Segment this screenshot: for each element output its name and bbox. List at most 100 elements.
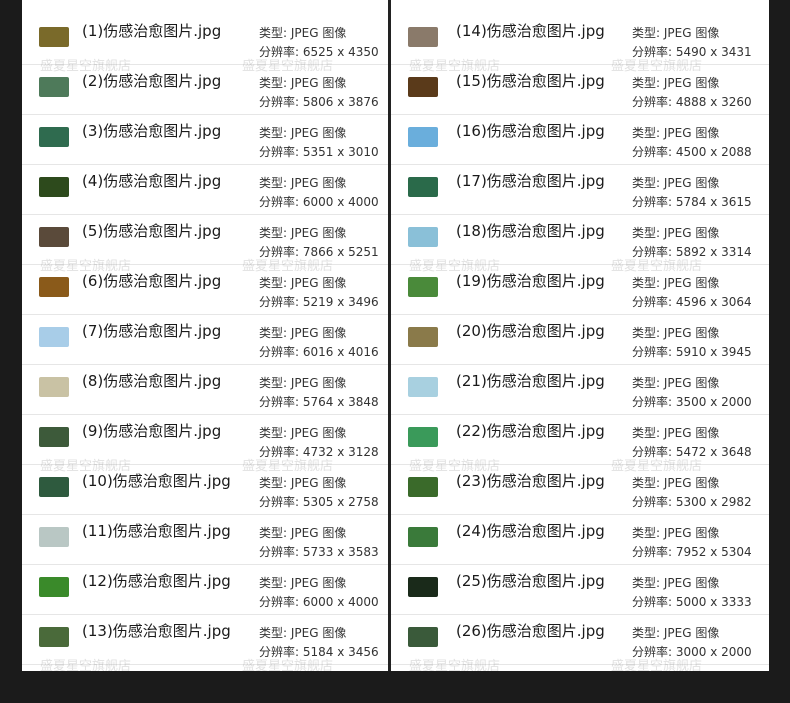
file-row[interactable]: (24)伤感治愈图片.jpg 类型: JPEG 图像 分辨率: 7952 x 530… — [391, 515, 769, 565]
resolution-value: 5892 x 3314 — [675, 245, 752, 259]
resolution-value: 5305 x 2758 — [302, 495, 379, 509]
resolution-label: 分辨率: — [259, 45, 303, 59]
file-name: (25)伤感治愈图片.jpg — [456, 572, 605, 590]
file-row[interactable]: (19)伤感治愈图片.jpg 类型: JPEG 图像 分辨率: 4596 x 306… — [391, 265, 769, 315]
type-label: 类型: — [632, 326, 664, 340]
file-resolution: 分辨率: 7866 x 5251 — [259, 243, 379, 260]
file-row[interactable]: (5)伤感治愈图片.jpg 类型: JPEG 图像 分辨率: 7866 x 5251 — [22, 215, 388, 265]
file-resolution: 分辨率: 5300 x 2982 — [632, 493, 752, 510]
image-thumbnail — [408, 377, 438, 397]
image-thumbnail — [39, 477, 69, 497]
image-thumbnail — [39, 127, 69, 147]
type-value: JPEG 图像 — [290, 76, 347, 90]
file-name: (8)伤感治愈图片.jpg — [82, 372, 222, 390]
type-label: 类型: — [259, 26, 291, 40]
resolution-label: 分辨率: — [632, 145, 676, 159]
file-name: (4)伤感治愈图片.jpg — [82, 172, 222, 190]
resolution-label: 分辨率: — [259, 445, 303, 459]
file-row[interactable]: (17)伤感治愈图片.jpg 类型: JPEG 图像 分辨率: 5784 x 361… — [391, 165, 769, 215]
file-type: 类型: JPEG 图像 — [632, 224, 719, 241]
file-row[interactable]: (21)伤感治愈图片.jpg 类型: JPEG 图像 分辨率: 3500 x 200… — [391, 365, 769, 415]
file-resolution: 分辨率: 6525 x 4350 — [259, 43, 379, 60]
type-label: 类型: — [632, 526, 664, 540]
type-value: JPEG 图像 — [290, 426, 347, 440]
type-value: JPEG 图像 — [290, 226, 347, 240]
file-row[interactable]: (8)伤感治愈图片.jpg 类型: JPEG 图像 分辨率: 5764 x 3848 — [22, 365, 388, 415]
file-name: (3)伤感治愈图片.jpg — [82, 122, 222, 140]
file-resolution: 分辨率: 5910 x 3945 — [632, 343, 752, 360]
image-thumbnail — [408, 527, 438, 547]
file-name: (9)伤感治愈图片.jpg — [82, 422, 222, 440]
file-type: 类型: JPEG 图像 — [259, 24, 346, 41]
resolution-value: 5184 x 3456 — [302, 645, 379, 659]
image-thumbnail — [408, 177, 438, 197]
file-row[interactable]: (3)伤感治愈图片.jpg 类型: JPEG 图像 分辨率: 5351 x 3010 — [22, 115, 388, 165]
file-type: 类型: JPEG 图像 — [632, 324, 719, 341]
resolution-label: 分辨率: — [632, 245, 676, 259]
image-thumbnail — [408, 227, 438, 247]
file-row[interactable]: (6)伤感治愈图片.jpg 类型: JPEG 图像 分辨率: 5219 x 3496 — [22, 265, 388, 315]
file-row[interactable]: (14)伤感治愈图片.jpg 类型: JPEG 图像分辨率: 5490 x 343… — [391, 15, 769, 65]
file-name: (6)伤感治愈图片.jpg — [82, 272, 222, 290]
type-value: JPEG 图像 — [663, 226, 720, 240]
image-thumbnail — [408, 427, 438, 447]
file-name: (12)伤感治愈图片.jpg — [82, 572, 231, 590]
file-type: 类型: JPEG 图像 — [259, 424, 346, 441]
file-resolution: 分辨率: 5000 x 3333 — [632, 593, 752, 610]
file-resolution: 分辨率: 6016 x 4016 — [259, 343, 379, 360]
file-name: (22)伤感治愈图片.jpg — [456, 422, 605, 440]
file-name: (10)伤感治愈图片.jpg — [82, 472, 231, 490]
file-row[interactable]: (15)伤感治愈图片.jpg 类型: JPEG 图像 分辨率: 4888 x 326… — [391, 65, 769, 115]
file-row[interactable]: (4)伤感治愈图片.jpg 类型: JPEG 图像 分辨率: 6000 x 4000 — [22, 165, 388, 215]
file-name: (14)伤感治愈图片.jpg — [456, 22, 605, 40]
file-resolution: 分辨率: 5490 x 3431 — [632, 43, 752, 60]
file-resolution: 分辨率: 5764 x 3848 — [259, 393, 379, 410]
file-type: 类型: JPEG 图像 — [632, 524, 719, 541]
file-row[interactable]: (16)伤感治愈图片.jpg 类型: JPEG 图像 分辨率: 4500 x 208… — [391, 115, 769, 165]
file-row[interactable]: (26)伤感治愈图片.jpg 类型: JPEG 图像 分辨率: 3000 x 200… — [391, 615, 769, 665]
image-thumbnail — [39, 327, 69, 347]
image-thumbnail — [39, 427, 69, 447]
image-thumbnail — [39, 577, 69, 597]
type-value: JPEG 图像 — [290, 26, 347, 40]
file-type: 类型: JPEG 图像 — [632, 74, 719, 91]
resolution-value: 5490 x 3431 — [675, 45, 752, 59]
image-thumbnail — [408, 627, 438, 647]
type-value: JPEG 图像 — [290, 526, 347, 540]
file-type: 类型: JPEG 图像 — [632, 124, 719, 141]
image-thumbnail — [408, 577, 438, 597]
file-row[interactable]: (2)伤感治愈图片.jpg 类型: JPEG 图像 分辨率: 5806 x 3876 — [22, 65, 388, 115]
file-row[interactable]: (25)伤感治愈图片.jpg 类型: JPEG 图像 分辨率: 5000 x 333… — [391, 565, 769, 615]
resolution-label: 分辨率: — [259, 295, 303, 309]
resolution-label: 分辨率: — [259, 245, 303, 259]
file-row[interactable]: (12)伤感治愈图片.jpg 类型: JPEG 图像 分辨率: 6000 x 400… — [22, 565, 388, 615]
resolution-value: 5300 x 2982 — [675, 495, 752, 509]
resolution-label: 分辨率: — [632, 295, 676, 309]
file-type: 类型: JPEG 图像 — [632, 424, 719, 441]
resolution-label: 分辨率: — [259, 345, 303, 359]
type-label: 类型: — [632, 176, 664, 190]
file-row[interactable]: (11)伤感治愈图片.jpg 类型: JPEG 图像 分辨率: 5733 x 358… — [22, 515, 388, 565]
file-row[interactable]: (20)伤感治愈图片.jpg 类型: JPEG 图像 分辨率: 5910 x 394… — [391, 315, 769, 365]
file-row[interactable]: (22)伤感治愈图片.jpg 类型: JPEG 图像 分辨率: 5472 x 364… — [391, 415, 769, 465]
file-row[interactable]: (23)伤感治愈图片.jpg 类型: JPEG 图像 分辨率: 5300 x 298… — [391, 465, 769, 515]
file-row[interactable]: (9)伤感治愈图片.jpg 类型: JPEG 图像 分辨率: 4732 x 3128 — [22, 415, 388, 465]
type-value: JPEG 图像 — [663, 426, 720, 440]
file-name: (18)伤感治愈图片.jpg — [456, 222, 605, 240]
file-resolution: 分辨率: 5219 x 3496 — [259, 293, 379, 310]
file-type: 类型: JPEG 图像 — [259, 624, 346, 641]
type-label: 类型: — [632, 76, 664, 90]
type-value: JPEG 图像 — [290, 626, 347, 640]
file-row[interactable]: (1)伤感治愈图片.jpg 类型: JPEG 图像 分辨率: 6525 x 4350 — [22, 15, 388, 65]
resolution-value: 5764 x 3848 — [302, 395, 379, 409]
file-row[interactable]: (13)伤感治愈图片.jpg 类型: JPEG 图像 分辨率: 5184 x 345… — [22, 615, 388, 665]
file-row[interactable]: (18)伤感治愈图片.jpg 类型: JPEG 图像 分辨率: 5892 x 331… — [391, 215, 769, 265]
resolution-value: 3500 x 2000 — [675, 395, 752, 409]
resolution-label: 分辨率: — [632, 345, 676, 359]
file-name: (16)伤感治愈图片.jpg — [456, 122, 605, 140]
file-type: 类型: JPEG 图像 — [632, 24, 719, 41]
type-label: 类型: — [259, 176, 291, 190]
file-row[interactable]: (10)伤感治愈图片.jpg 类型: JPEG 图像 分辨率: 5305 x 275… — [22, 465, 388, 515]
image-thumbnail — [408, 477, 438, 497]
file-row[interactable]: (7)伤感治愈图片.jpg 类型: JPEG 图像 分辨率: 6016 x 4016 — [22, 315, 388, 365]
